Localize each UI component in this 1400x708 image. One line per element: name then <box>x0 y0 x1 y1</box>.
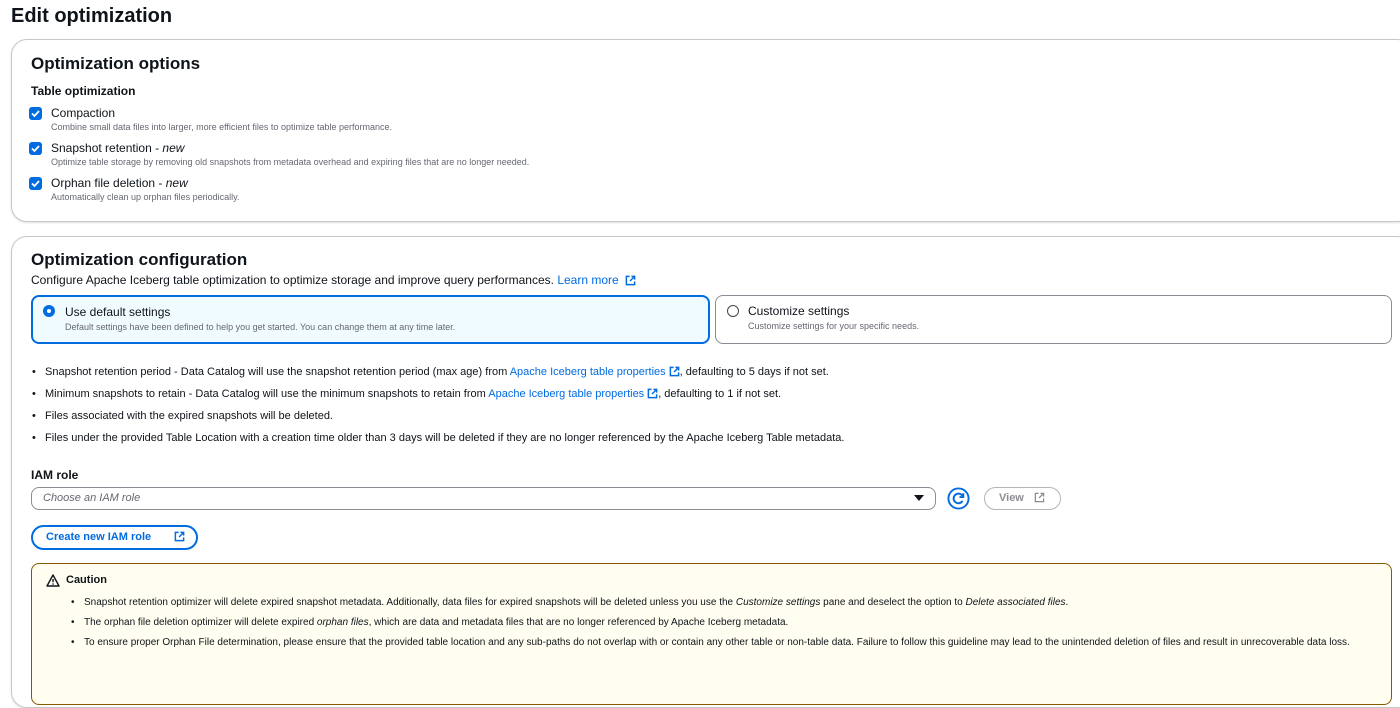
external-link-icon <box>647 388 658 399</box>
default-settings-list: Snapshot retention period - Data Catalog… <box>31 366 844 454</box>
external-link-icon <box>174 531 185 542</box>
checkbox-checked-icon[interactable] <box>29 177 42 190</box>
learn-more-link[interactable]: Learn more <box>557 273 618 287</box>
table-optimization-label: Table optimization <box>31 84 136 98</box>
options-heading: Optimization options <box>31 54 201 73</box>
list-item: Files under the provided Table Location … <box>31 432 844 454</box>
list-item: To ensure proper Orphan File determinati… <box>62 635 1372 650</box>
list-item: Snapshot retention optimizer will delete… <box>62 595 1372 610</box>
optimization-options-panel: Optimization options Table optimization … <box>11 39 1400 222</box>
caution-title: Caution <box>66 574 107 586</box>
caution-alert: Caution Snapshot retention optimizer wil… <box>31 563 1392 705</box>
create-iam-role-button[interactable]: Create new IAM role <box>31 525 198 550</box>
list-item: Minimum snapshots to retain - Data Catal… <box>31 388 844 410</box>
iam-role-label: IAM role <box>31 468 79 482</box>
refresh-icon[interactable] <box>947 487 970 510</box>
list-item: Snapshot retention period - Data Catalog… <box>31 366 844 388</box>
iam-role-placeholder: Choose an IAM role <box>43 492 141 504</box>
checkbox-checked-icon[interactable] <box>29 142 42 155</box>
list-item: The orphan file deletion optimizer will … <box>62 615 1372 630</box>
snapshot-retention-desc: Optimize table storage by removing old s… <box>51 157 530 167</box>
configuration-description: Configure Apache Iceberg table optimizat… <box>31 273 636 287</box>
view-button[interactable]: View <box>984 487 1061 510</box>
iam-role-select[interactable]: Choose an IAM role <box>31 487 936 510</box>
caret-down-icon <box>914 495 924 501</box>
list-item: Files associated with the expired snapsh… <box>31 410 844 432</box>
orphan-file-deletion-desc: Automatically clean up orphan files peri… <box>51 192 240 202</box>
iceberg-properties-link[interactable]: Apache Iceberg table properties <box>510 366 666 378</box>
caution-list: Snapshot retention optimizer will delete… <box>62 595 1372 655</box>
optimization-configuration-panel: Optimization configuration Configure Apa… <box>11 236 1400 708</box>
orphan-file-deletion-label: Orphan file deletion - new <box>51 176 188 190</box>
tile-label: Customize settings <box>748 304 850 318</box>
tile-customize-settings[interactable]: Customize settings Customize settings fo… <box>715 295 1392 344</box>
radio-selected-icon[interactable] <box>43 305 55 317</box>
warning-icon <box>46 574 60 587</box>
radio-unselected-icon[interactable] <box>727 305 739 317</box>
snapshot-retention-label: Snapshot retention - new <box>51 141 185 155</box>
external-link-icon <box>669 366 680 377</box>
tile-label: Use default settings <box>65 305 171 319</box>
tile-use-default-settings[interactable]: Use default settings Default settings ha… <box>31 295 710 344</box>
external-link-icon <box>1034 492 1045 503</box>
configuration-heading: Optimization configuration <box>31 250 248 269</box>
checkbox-checked-icon[interactable] <box>29 107 42 120</box>
external-link-icon <box>625 275 636 286</box>
compaction-desc: Combine small data files into larger, mo… <box>51 122 392 132</box>
iceberg-properties-link[interactable]: Apache Iceberg table properties <box>488 388 644 400</box>
compaction-label: Compaction <box>51 106 116 120</box>
tile-desc: Customize settings for your specific nee… <box>748 321 920 331</box>
tile-desc: Default settings have been defined to he… <box>65 322 456 332</box>
page-title: Edit optimization <box>11 5 173 27</box>
